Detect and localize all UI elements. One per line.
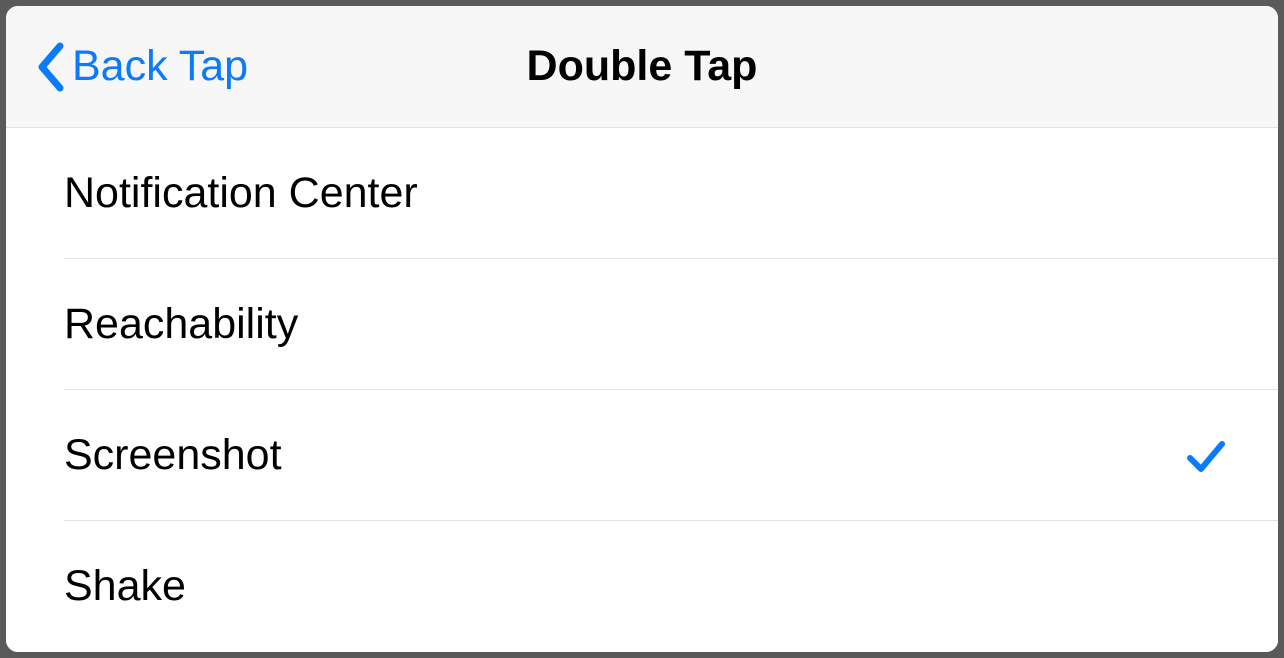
option-label: Reachability (64, 300, 1228, 349)
option-reachability[interactable]: Reachability (6, 259, 1278, 390)
option-label: Notification Center (64, 169, 1228, 218)
option-label: Shake (64, 562, 1228, 611)
chevron-left-icon (36, 42, 66, 92)
checkmark-icon (1184, 434, 1228, 478)
navbar: Back Tap Double Tap (6, 6, 1278, 128)
option-notification-center[interactable]: Notification Center (6, 128, 1278, 259)
options-list: Notification Center Reachability Screens… (6, 128, 1278, 652)
option-label: Screenshot (64, 431, 1184, 480)
option-shake[interactable]: Shake (6, 521, 1278, 652)
settings-screen: Back Tap Double Tap Notification Center … (6, 6, 1278, 652)
back-label: Back Tap (72, 42, 248, 91)
back-button[interactable]: Back Tap (36, 6, 248, 127)
option-screenshot[interactable]: Screenshot (6, 390, 1278, 521)
